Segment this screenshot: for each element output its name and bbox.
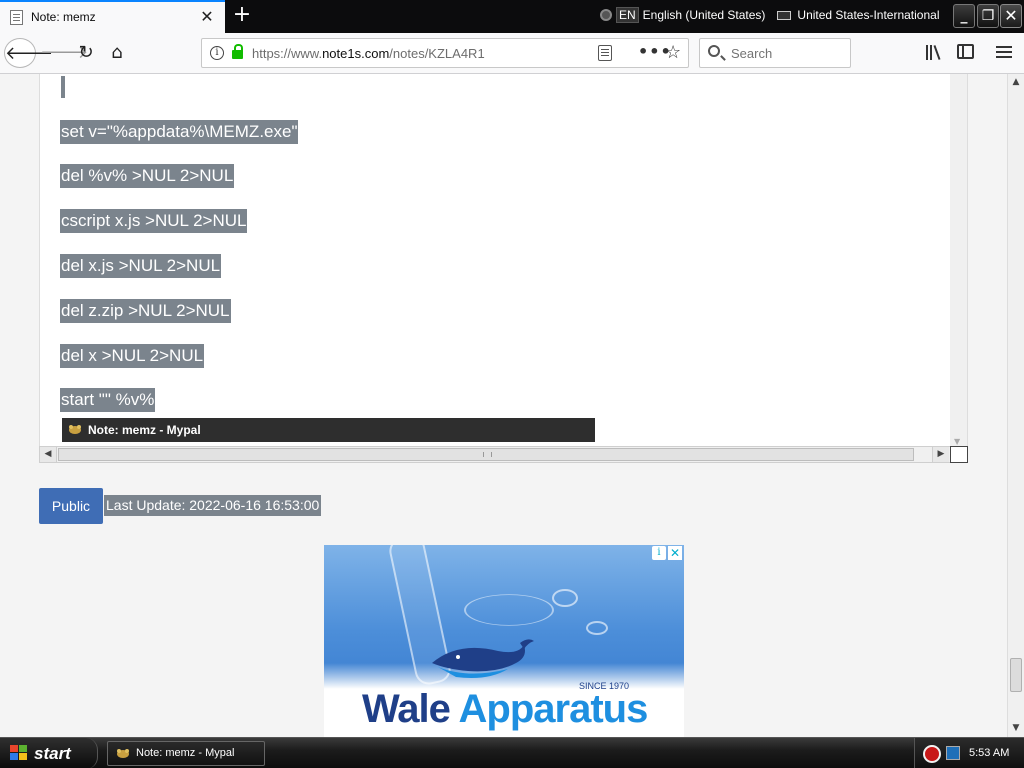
- tab-title: Note: memz: [31, 10, 96, 24]
- scroll-left-arrow-icon[interactable]: ◀: [40, 447, 57, 462]
- code-line: start "" %v%: [60, 388, 156, 412]
- start-label: start: [34, 744, 71, 763]
- keyboard-icon: [777, 10, 792, 20]
- page-icon: [10, 10, 23, 25]
- tooltip-text: Note: memz - Mypal: [88, 423, 201, 437]
- code-line: del z.zip >NUL 2>NUL: [60, 299, 231, 323]
- back-button[interactable]: 🡐: [4, 38, 53, 68]
- tab-note-memz[interactable]: Note: memz ✕: [0, 0, 225, 33]
- tab-bar: Note: memz ✕ + EN English (United States…: [0, 0, 1024, 33]
- taskbar-item-label: Note: memz - Mypal: [136, 747, 235, 759]
- editor-horizontal-scrollbar[interactable]: ◀ ▶: [39, 446, 968, 463]
- whale-logo-icon: [432, 639, 534, 678]
- system-tray: 5:53 AM: [914, 738, 1024, 768]
- library-icon[interactable]: [925, 45, 943, 61]
- mypal-icon: [117, 749, 129, 758]
- home-button[interactable]: ⌂: [102, 38, 132, 68]
- ad-tube-graphic: [464, 594, 554, 626]
- mypal-icon: [69, 425, 81, 434]
- new-tab-button[interactable]: +: [230, 3, 254, 27]
- language-name: English (United States): [642, 8, 766, 22]
- ad-tube-graphic: [552, 589, 578, 607]
- network-icon[interactable]: [946, 746, 960, 760]
- url-prefix: https://www.: [252, 46, 323, 61]
- forward-button[interactable]: 🡒: [40, 38, 88, 68]
- scrollbar-thumb[interactable]: [58, 448, 914, 461]
- reader-view-icon[interactable]: [598, 45, 612, 61]
- lock-icon: [232, 44, 243, 59]
- nav-bar: 🡐 🡒 ↻ ⌂ i https://www.note1s.com/notes/K…: [0, 33, 1024, 74]
- search-input[interactable]: Search: [731, 46, 772, 61]
- scroll-right-arrow-icon[interactable]: ▶: [932, 447, 949, 462]
- window-tooltip: Note: memz - Mypal: [62, 418, 595, 442]
- reload-button[interactable]: ↻: [71, 38, 101, 68]
- ad-tube-graphic: [586, 621, 608, 635]
- code-line: del x.js >NUL 2>NUL: [60, 254, 222, 278]
- url-path: /notes/KZLA4R1: [389, 46, 485, 61]
- note-editor[interactable]: set v="%appdata%\MEMZ.exe" del %v% >NUL …: [39, 74, 968, 462]
- sidebar-icon[interactable]: [957, 44, 974, 59]
- language-code: EN: [616, 7, 639, 23]
- search-box[interactable]: Search: [699, 38, 851, 68]
- public-badge[interactable]: Public: [39, 488, 103, 524]
- close-window-button[interactable]: ✕: [1000, 4, 1022, 28]
- search-icon: [708, 45, 720, 57]
- hamburger-icon[interactable]: [996, 46, 1012, 48]
- windows-logo-icon: [10, 745, 28, 761]
- keyboard-layout: United States-International: [797, 8, 940, 22]
- url-bar[interactable]: i https://www.note1s.com/notes/KZLA4R1 •…: [201, 38, 689, 68]
- language-gear-icon: [600, 9, 612, 21]
- ad-brand-text: Wale Apparatus: [362, 687, 649, 732]
- selected-empty-line: [61, 76, 65, 98]
- editor-vertical-scrollbar[interactable]: ▼: [950, 74, 967, 446]
- last-update-text: Last Update: 2022-06-16 16:53:00: [104, 495, 322, 516]
- page-scrollbar-thumb[interactable]: [1010, 658, 1022, 692]
- language-bar[interactable]: EN English (United States) United States…: [600, 5, 988, 25]
- bookmark-star-icon[interactable]: ☆: [665, 42, 681, 63]
- ad-brand-part: Wale: [362, 687, 459, 731]
- scroll-up-arrow-icon[interactable]: ▲: [1008, 74, 1024, 90]
- advertisement[interactable]: SINCE 1970 Wale Apparatus i ✕: [324, 545, 684, 737]
- code-line: del x >NUL 2>NUL: [60, 344, 205, 368]
- scroll-down-arrow-icon[interactable]: ▼: [1008, 720, 1024, 736]
- page-vertical-scrollbar[interactable]: ▲ ▼: [1007, 74, 1024, 737]
- start-button[interactable]: start: [0, 738, 98, 768]
- ad-brand-part: Apparatus: [458, 687, 649, 731]
- code-line: set v="%appdata%\MEMZ.exe": [60, 120, 299, 144]
- restore-button[interactable]: ❐: [977, 4, 999, 28]
- screen: Note: memz ✕ + EN English (United States…: [0, 0, 1024, 768]
- tab-close-icon[interactable]: ✕: [198, 8, 216, 26]
- security-shield-icon[interactable]: [923, 745, 941, 763]
- clock[interactable]: 5:53 AM: [969, 738, 1009, 768]
- code-line: cscript x.js >NUL 2>NUL: [60, 209, 248, 233]
- url-text[interactable]: https://www.note1s.com/notes/KZLA4R1: [252, 46, 485, 61]
- scroll-down-arrow-icon[interactable]: ▼: [954, 437, 960, 446]
- code-line: del %v% >NUL 2>NUL: [60, 164, 235, 188]
- ad-info-icon[interactable]: i: [652, 546, 666, 560]
- minimize-button[interactable]: _: [953, 4, 975, 28]
- resize-corner[interactable]: [950, 446, 968, 463]
- taskbar: start Note: memz - Mypal 5:53 AM: [0, 737, 1024, 768]
- page-viewport: set v="%appdata%\MEMZ.exe" del %v% >NUL …: [0, 74, 1007, 737]
- info-icon[interactable]: i: [210, 46, 224, 60]
- ad-close-icon[interactable]: ✕: [668, 546, 682, 560]
- url-domain: note1s.com: [322, 46, 390, 61]
- taskbar-item-mypal[interactable]: Note: memz - Mypal: [107, 741, 265, 766]
